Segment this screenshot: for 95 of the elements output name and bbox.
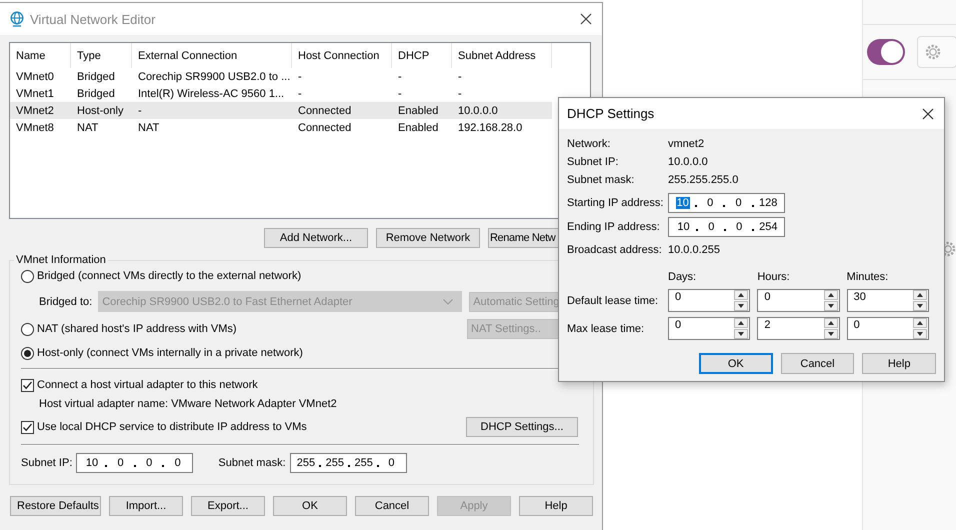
spin-box[interactable]: 2 (757, 317, 840, 340)
table-cell-text: VMnet8 (15, 122, 55, 134)
radio-label[interactable]: Bridged (connect VMs directly to the external network) (37, 270, 302, 282)
bridged-to-label: Bridged to: (39, 296, 92, 308)
column-header[interactable]: Name (10, 43, 71, 68)
table-cell-text: Enabled (397, 122, 440, 134)
column-header[interactable]: Subnet Address (452, 43, 552, 68)
table-cell-text: VMnet2 (15, 104, 55, 116)
subnet-ip-field[interactable]: 10 0 0 0 (76, 453, 194, 473)
adapter-name-text: Host virtual adapter name: VMware Network Adapter VMnet2 (39, 398, 337, 410)
spin-box[interactable]: 0 (757, 289, 840, 312)
checkbox[interactable] (21, 378, 34, 392)
column-header[interactable]: Type (71, 43, 132, 68)
field-label: Starting IP address: (567, 197, 664, 209)
subnet-mask-label: Subnet mask: (218, 457, 286, 469)
table-cell-text: 10.0.0.0 (457, 104, 499, 116)
dialog-button[interactable]: Import... (109, 496, 183, 516)
field-label: Subnet mask: (567, 174, 636, 186)
dialog-button[interactable]: Restore Defaults (10, 496, 101, 516)
list-button[interactable]: Remove Network (376, 228, 480, 248)
table-cell-text: - (297, 88, 303, 100)
checkbox-label[interactable]: Connect a host virtual adapter to this network (37, 379, 258, 391)
table-cell-text: Intel(R) Wireless-AC 9560 1... (137, 88, 286, 100)
table-cell-text: NAT (137, 122, 160, 134)
table-cell-text: Corechip SR9900 USB2.0 to ... (137, 70, 292, 82)
chevron-down-icon (443, 298, 454, 304)
dialog-button[interactable]: OK (273, 496, 347, 516)
close-icon[interactable] (580, 13, 592, 25)
table-row[interactable]: VMnet8 NAT NAT Connected Enabled 192.168.28.0 (10, 119, 552, 136)
field-label: Default lease time: (567, 294, 660, 306)
table-cell-text: NAT (76, 122, 100, 134)
table-cell-text: - (457, 70, 463, 82)
settings-icon (924, 43, 942, 61)
dialog-button[interactable]: Help (862, 353, 936, 374)
list-button[interactable]: Add Network... (264, 228, 368, 248)
ending-ip-field[interactable]: 10 0 0 254 (668, 217, 785, 237)
table-cell-text: VMnet1 (15, 88, 55, 100)
starting-ip-field[interactable]: 10 0 0 128 (668, 193, 785, 213)
table-cell-text: 192.168.28.0 (457, 122, 524, 134)
group-title: VMnet Information (15, 254, 107, 266)
dhcp-settings-button[interactable]: DHCP Settings... (466, 417, 578, 437)
table-cell-text: - (397, 88, 403, 100)
table-cell-text: Enabled (397, 104, 440, 116)
table-cell-text: VMnet0 (15, 70, 55, 82)
table-cell-text: - (397, 70, 403, 82)
column-header[interactable]: Host Connection (292, 43, 392, 68)
column-label: Minutes: (846, 271, 890, 283)
spin-box[interactable]: 0 (668, 289, 750, 312)
toggle-switch[interactable] (867, 39, 905, 65)
list-button[interactable]: Rename Netw (488, 228, 559, 248)
spin-box[interactable]: 30 (846, 289, 929, 312)
dialog-title: DHCP Settings (567, 106, 654, 121)
subnet-mask-field[interactable]: 255 255 255 0 (290, 453, 407, 473)
window-title: Virtual Network Editor (30, 12, 156, 26)
field-label: Subnet IP: (567, 156, 620, 168)
subnet-ip-label: Subnet IP: (21, 457, 72, 469)
spin-box[interactable]: 0 (846, 317, 929, 340)
field-label: Network: (567, 138, 612, 150)
radio-label[interactable]: NAT (shared host's IP address with VMs) (37, 323, 237, 335)
table-cell-text: - (137, 104, 143, 116)
globe-icon (10, 11, 24, 27)
table-cell-text: Bridged (76, 88, 116, 100)
table-cell-text: Connected (297, 122, 352, 134)
dialog-button[interactable]: OK (699, 353, 773, 374)
table-row[interactable]: VMnet0 Bridged Corechip SR9900 USB2.0 to ... - - - (10, 68, 552, 85)
radio-button[interactable] (21, 322, 34, 336)
field-label: Max lease time: (567, 322, 646, 334)
column-header[interactable]: External Connection (132, 43, 292, 68)
dialog-button[interactable]: Cancel (355, 496, 429, 516)
column-label: Hours: (757, 271, 791, 283)
table-cell-text: Bridged (76, 70, 116, 82)
radio-button[interactable] (21, 346, 34, 360)
column-label: Days: (668, 271, 698, 283)
dialog-button[interactable]: Cancel (780, 353, 854, 374)
field-value: 10.0.0.255 (668, 244, 720, 256)
table-cell-text: - (457, 88, 463, 100)
column-header[interactable]: DHCP (392, 43, 452, 68)
spin-box[interactable]: 0 (668, 317, 750, 340)
checkbox[interactable] (21, 420, 34, 434)
radio-button[interactable] (21, 270, 34, 282)
table-cell-text: - (297, 70, 303, 82)
dialog-button[interactable]: Export... (191, 496, 265, 516)
close-icon[interactable] (922, 108, 934, 120)
table-cell-text: Host-only (76, 104, 124, 116)
field-value: vmnet2 (668, 138, 704, 150)
table-row[interactable]: VMnet1 Bridged Intel(R) Wireless-AC 9560 1... - - - (10, 85, 552, 102)
table-cell-text: Connected (297, 104, 352, 116)
field-value: 10.0.0.0 (668, 156, 708, 168)
field-label: Ending IP address: (567, 221, 661, 233)
radio-label[interactable]: Host-only (connect VMs internally in a private network) (37, 347, 303, 359)
table-row[interactable]: VMnet2 Host-only - Connected Enabled 10.0.0.0 (10, 102, 552, 119)
dialog-button[interactable]: Help (519, 496, 593, 516)
checkbox-label[interactable]: Use local DHCP service to distribute IP address to VMs (37, 421, 307, 433)
field-label: Broadcast address: (567, 244, 663, 256)
field-value: 255.255.255.0 (668, 174, 738, 186)
